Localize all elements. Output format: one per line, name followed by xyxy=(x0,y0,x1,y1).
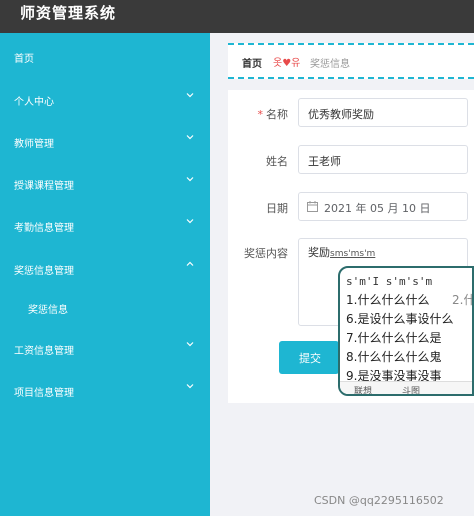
sidebar-item-project-management[interactable]: 项目信息管理 xyxy=(0,378,210,404)
name-field-label: * 名称 xyxy=(257,108,289,121)
ime-tab-sticker[interactable]: 斗图 xyxy=(402,384,420,394)
calendar-icon xyxy=(307,201,318,212)
sidebar-item-label: 奖惩信息管理 xyxy=(14,266,74,277)
chevron-down-icon xyxy=(185,216,197,228)
chevron-down-icon xyxy=(185,174,197,186)
required-mark: * xyxy=(257,108,264,121)
ime-tab-bar: 联想 斗图 xyxy=(340,381,472,394)
sidebar-item-reward-management[interactable]: 奖惩信息管理 xyxy=(0,256,210,282)
sidebar-item-label: 奖惩信息 xyxy=(28,305,68,316)
app-title: 师资管理系统 xyxy=(20,4,117,22)
sidebar-item-label: 工资信息管理 xyxy=(14,346,74,357)
sidebar-item-salary-management[interactable]: 工资信息管理 xyxy=(0,336,210,362)
name-input-value: 优秀教师奖励 xyxy=(308,108,374,121)
chevron-down-icon xyxy=(185,132,197,144)
sidebar-item-label: 首页 xyxy=(14,54,34,65)
sidebar-item-attendance-management[interactable]: 考勤信息管理 xyxy=(0,213,210,239)
date-field-label: 日期 xyxy=(266,202,288,215)
teacher-name-input[interactable]: 王老师 xyxy=(298,145,468,174)
ime-candidate[interactable]: 2.什么 xyxy=(452,291,472,308)
ime-candidate[interactable]: 6.是设什么事设什么 xyxy=(346,310,453,329)
chevron-down-icon xyxy=(185,90,197,102)
name-input[interactable]: 优秀教师奖励 xyxy=(298,98,468,127)
sidebar-item-label: 考勤信息管理 xyxy=(14,223,74,234)
breadcrumb: 首页 옷♥유 奖惩信息 xyxy=(228,43,474,79)
sidebar-subitem-reward-info[interactable]: 奖惩信息 xyxy=(0,295,210,321)
ime-composition: s'm'I s'm's'm xyxy=(346,275,433,288)
breadcrumb-home-link[interactable]: 首页 xyxy=(242,55,262,70)
sidebar-item-label: 授课课程管理 xyxy=(14,181,74,192)
date-picker-input[interactable]: 2021 年 05 月 10 日 xyxy=(298,192,468,221)
ime-candidate[interactable]: 8.什么什么什么鬼 xyxy=(346,348,453,367)
top-header-bar: 师资管理系统 xyxy=(0,0,474,33)
teacher-name-field-label: 姓名 xyxy=(266,155,288,168)
ime-tab-association[interactable]: 联想 xyxy=(354,384,372,394)
ime-candidate-popup: s'm'I s'm's'm 1.什么什么什么 6.是设什么事设什么 7.什么什么… xyxy=(338,266,474,396)
submit-button-label: 提交 xyxy=(299,352,321,365)
submit-button[interactable]: 提交 xyxy=(279,341,339,374)
date-input-value: 2021 年 05 月 10 日 xyxy=(324,202,431,215)
chevron-down-icon xyxy=(185,381,197,393)
chevron-up-icon xyxy=(185,259,197,271)
sidebar-item-label: 项目信息管理 xyxy=(14,388,74,399)
sidebar-item-label: 教师管理 xyxy=(14,139,54,150)
ime-candidate-list: 1.什么什么什么 6.是设什么事设什么 7.什么什么什么是 8.什么什么什么鬼 … xyxy=(346,291,453,386)
breadcrumb-current: 奖惩信息 xyxy=(310,59,350,70)
teacher-name-input-value: 王老师 xyxy=(308,155,341,168)
chevron-down-icon xyxy=(185,339,197,351)
sidebar-item-personal-center[interactable]: 个人中心 xyxy=(0,87,210,113)
sidebar-item-home[interactable]: 首页 xyxy=(0,44,210,70)
watermark-text: CSDN @qq2295116502 xyxy=(314,494,444,507)
sidebar-item-course-management[interactable]: 授课课程管理 xyxy=(0,171,210,197)
breadcrumb-separator: 옷♥유 xyxy=(273,58,301,69)
content-field-label: 奖惩内容 xyxy=(244,247,288,260)
ime-candidate[interactable]: 1.什么什么什么 xyxy=(346,291,453,310)
ime-candidate[interactable]: 7.什么什么什么是 xyxy=(346,329,453,348)
ime-composing-text: sms'ms'm xyxy=(330,249,376,259)
sidebar-item-label: 个人中心 xyxy=(14,97,54,108)
content-textarea-value: 奖励sms'ms'm xyxy=(308,246,376,259)
sidebar-item-teacher-management[interactable]: 教师管理 xyxy=(0,129,210,155)
sidebar-nav: 首页 个人中心 教师管理 授课课程管理 考勤信息管理 奖惩信息管理 奖惩信息 工… xyxy=(0,33,210,516)
